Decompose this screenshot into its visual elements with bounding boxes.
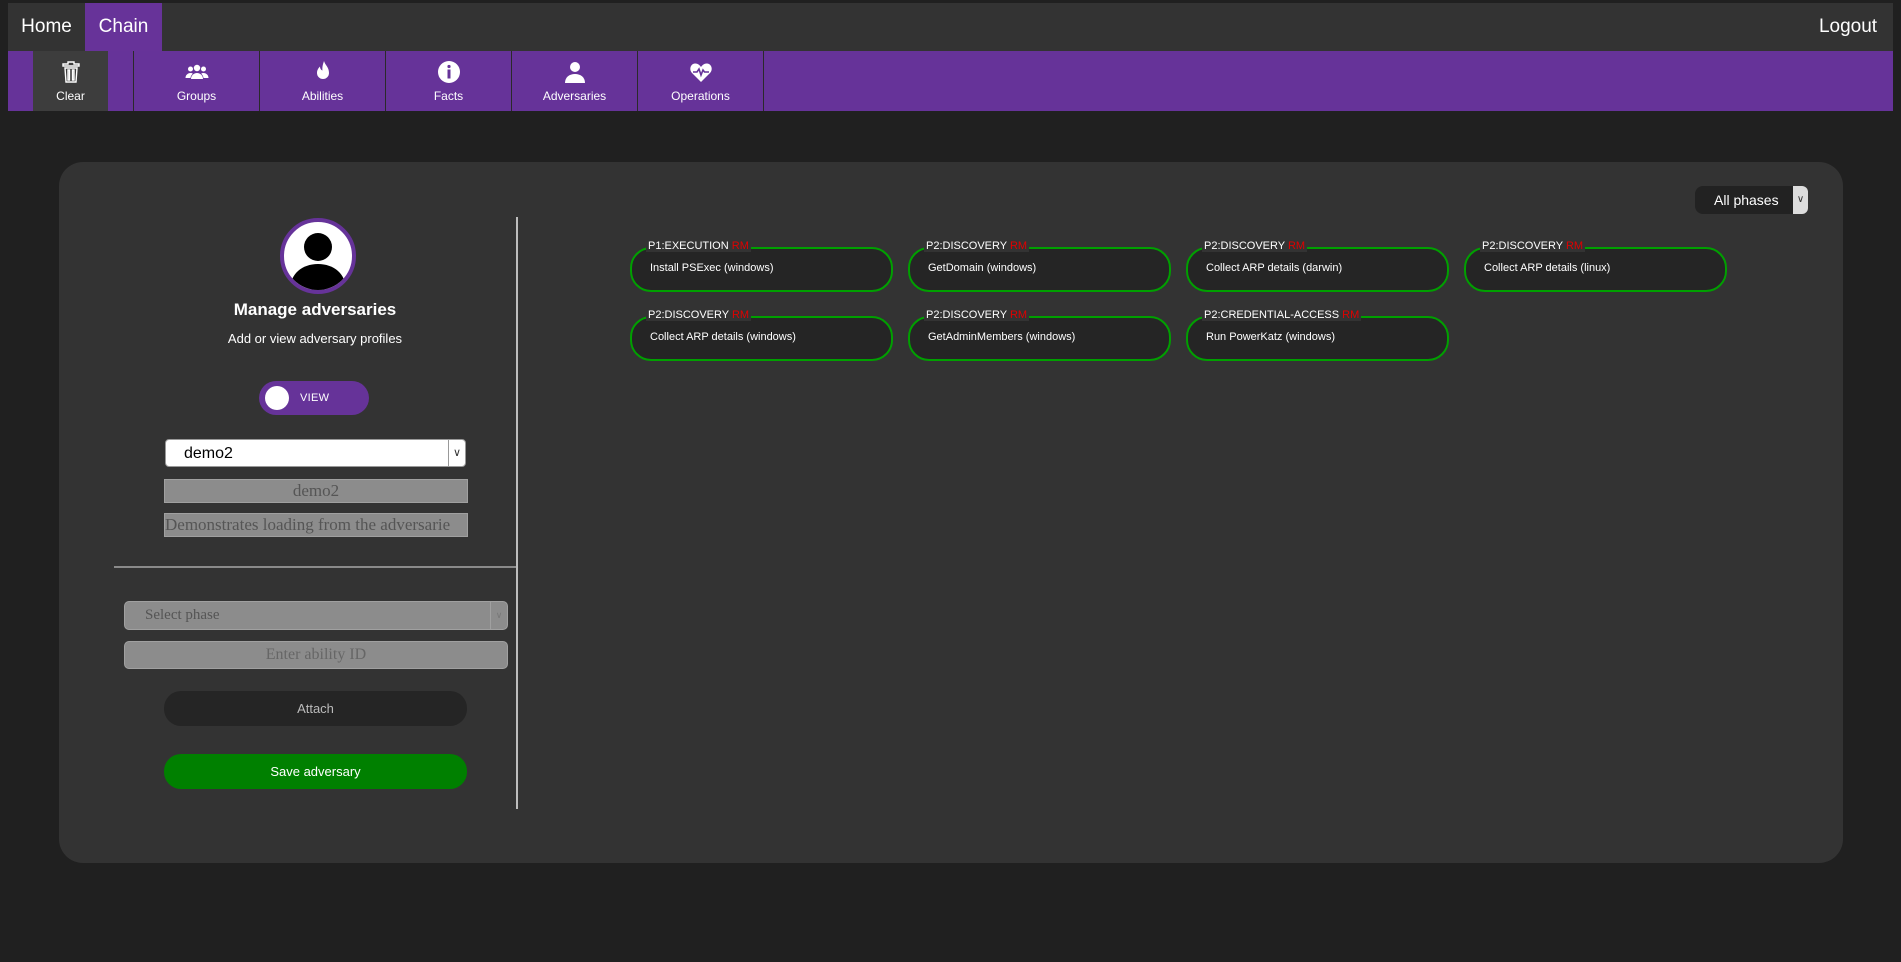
page-title: Manage adversaries <box>233 300 397 319</box>
section-divider <box>114 566 517 568</box>
ability-name: Collect ARP details (linux) <box>1484 262 1611 274</box>
adversaries-label: Adversaries <box>542 88 607 103</box>
person-silhouette-icon <box>290 233 346 290</box>
ability-card[interactable]: P2:DISCOVERY RM GetAdminMembers (windows… <box>908 309 1171 361</box>
ability-name: Install PSExec (windows) <box>650 262 774 274</box>
remove-link[interactable]: RM <box>732 240 749 252</box>
chevron-down-icon: ∨ <box>448 440 465 466</box>
heartbeat-icon <box>689 62 712 82</box>
remove-link[interactable]: RM <box>732 309 749 321</box>
nav-home-link[interactable]: Home <box>8 3 85 51</box>
operations-label: Operations <box>671 88 730 103</box>
adversary-select-value: demo2 <box>184 445 233 462</box>
ability-card[interactable]: P2:CREDENTIAL-ACCESS RM Run PowerKatz (w… <box>1186 309 1449 361</box>
clear-label: Clear <box>56 88 85 103</box>
operations-button[interactable]: Operations <box>638 51 764 111</box>
ability-card[interactable]: P2:DISCOVERY RM Collect ARP details (dar… <box>1186 240 1449 292</box>
nav-chain-link[interactable]: Chain <box>85 3 162 51</box>
facts-button[interactable]: Facts <box>386 51 512 111</box>
remove-link[interactable]: RM <box>1010 240 1027 252</box>
users-icon <box>185 64 208 79</box>
toggle-knob <box>265 386 289 410</box>
nav-logout-link[interactable]: Logout <box>1803 3 1893 51</box>
ability-card[interactable]: P1:EXECUTION RM Install PSExec (windows) <box>630 240 893 292</box>
chevron-down-icon: ∨ <box>490 602 507 629</box>
facts-label: Facts <box>433 88 464 103</box>
ability-name: Run PowerKatz (windows) <box>1206 331 1335 343</box>
user-icon <box>564 61 585 83</box>
remove-link[interactable]: RM <box>1288 240 1305 252</box>
ability-name: GetAdminMembers (windows) <box>928 331 1076 343</box>
adversaries-button[interactable]: Adversaries <box>512 51 638 111</box>
phase-select[interactable]: Select phase ∨ <box>124 601 508 630</box>
ability-phase: P2:CREDENTIAL-ACCESS RM <box>1202 309 1362 321</box>
avatar <box>280 218 356 294</box>
ability-name: Collect ARP details (darwin) <box>1206 262 1343 274</box>
info-icon <box>437 60 460 83</box>
ability-card[interactable]: P2:DISCOVERY RM Collect ARP details (win… <box>630 309 893 361</box>
phase-filter-value: All phases <box>1714 192 1779 208</box>
ability-name: Collect ARP details (windows) <box>650 331 796 343</box>
adversary-name-field[interactable]: demo2 <box>164 479 468 503</box>
phase-filter-select[interactable]: All phases ∨ <box>1695 186 1808 214</box>
ability-phase: P2:DISCOVERY RM <box>924 309 1030 321</box>
attach-button[interactable]: Attach <box>164 691 467 726</box>
phase-select-placeholder: Select phase <box>145 607 220 623</box>
abilities-label: Abilities <box>301 88 344 103</box>
chevron-down-icon: ∨ <box>1793 186 1808 214</box>
ability-name: GetDomain (windows) <box>928 262 1037 274</box>
ability-phase: P1:EXECUTION RM <box>646 240 751 252</box>
clear-button[interactable]: Clear <box>33 51 108 111</box>
view-toggle[interactable]: VIEW <box>259 381 369 415</box>
remove-link[interactable]: RM <box>1342 309 1359 321</box>
fire-icon <box>316 60 329 79</box>
top-nav: Home Chain Logout <box>8 3 1893 51</box>
toolbar: Clear Groups Abilities Facts Adversaries <box>8 51 1893 111</box>
ability-phase: P2:DISCOVERY RM <box>1202 240 1308 252</box>
save-adversary-button[interactable]: Save adversary <box>164 754 467 789</box>
ability-id-input[interactable]: Enter ability ID <box>124 641 508 669</box>
column-divider <box>516 217 518 809</box>
trash-icon <box>61 60 80 83</box>
groups-button[interactable]: Groups <box>134 51 260 111</box>
ability-card[interactable]: P2:DISCOVERY RM GetDomain (windows) <box>908 240 1171 292</box>
toggle-label: VIEW <box>300 392 330 404</box>
ability-phase: P2:DISCOVERY RM <box>1480 240 1586 252</box>
ability-card[interactable]: P2:DISCOVERY RM Collect ARP details (lin… <box>1464 240 1727 292</box>
ability-phase: P2:DISCOVERY RM <box>924 240 1030 252</box>
adversary-description-field[interactable]: Demonstrates loading from the adversarie <box>164 513 468 537</box>
abilities-button[interactable]: Abilities <box>260 51 386 111</box>
adversary-select[interactable]: demo2 ∨ <box>165 439 466 467</box>
ability-phase: P2:DISCOVERY RM <box>646 309 752 321</box>
page-subtitle: Add or view adversary profiles <box>227 331 403 346</box>
remove-link[interactable]: RM <box>1010 309 1027 321</box>
groups-label: Groups <box>176 88 217 103</box>
remove-link[interactable]: RM <box>1566 240 1583 252</box>
